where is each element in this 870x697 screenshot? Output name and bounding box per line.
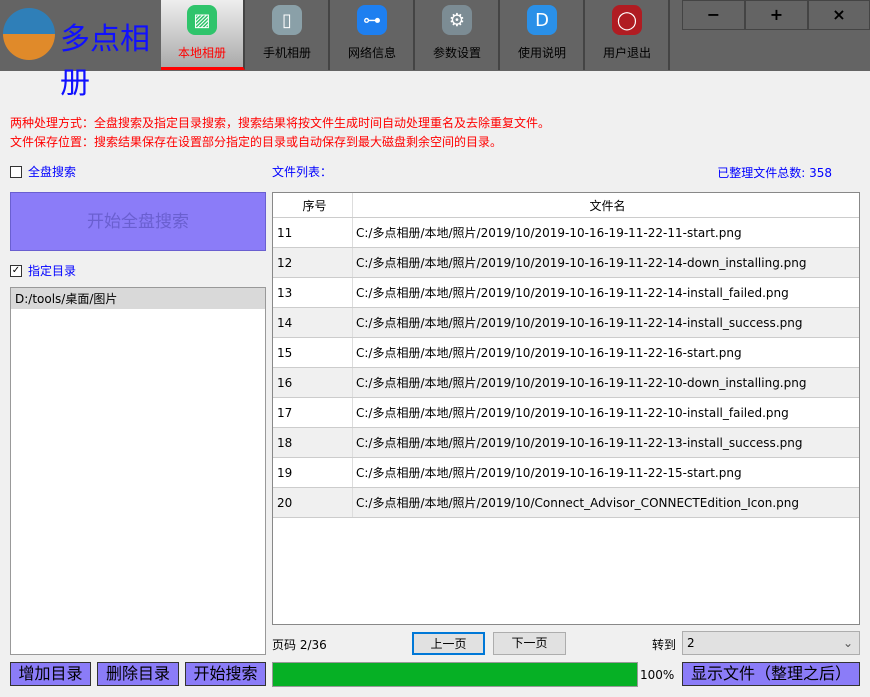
progress-bar <box>272 662 638 687</box>
network-icon: ⊶ <box>357 5 387 35</box>
column-header-index[interactable]: 序号 <box>273 193 353 217</box>
info-line-2: 文件保存位置：搜索结果保存在设置部分指定的目录或自动保存到最大磁盘剩余空间的目录… <box>10 135 503 149</box>
info-line-1: 两种处理方式：全盘搜索及指定目录搜索，搜索结果将按文件生成时间自动处理重名及去除… <box>10 116 551 130</box>
tab-info-d[interactable]: D 使用说明 <box>501 0 585 70</box>
goto-page-value: 2 <box>687 636 695 650</box>
tab-image[interactable]: ▨ 本地相册 <box>161 0 245 70</box>
cell-filename: C:/多点相册/本地/照片/2019/10/2019-10-16-19-11-2… <box>356 346 742 360</box>
table-row[interactable]: 18 C:/多点相册/本地/照片/2019/10/2019-10-16-19-11… <box>273 428 859 458</box>
cell-index: 14 <box>273 308 353 337</box>
logo-icon <box>3 8 55 60</box>
cell-index: 12 <box>273 248 353 277</box>
specified-dir-checkbox[interactable]: ✓ 指定目录 <box>10 262 76 279</box>
delete-dir-button[interactable]: 删除目录 <box>97 662 179 686</box>
chevron-down-icon: ⌄ <box>842 636 853 650</box>
next-page-button[interactable]: 下一页 <box>493 632 566 655</box>
tab-label: 本地相册 <box>177 46 226 60</box>
cell-index: 18 <box>273 428 353 457</box>
file-table[interactable]: 序号 文件名 11 C:/多点相册/本地/照片/2019/10/2019-10-1… <box>272 192 860 625</box>
directory-list[interactable]: D:/tools/桌面/图片 <box>10 287 266 655</box>
gear-icon: ⚙ <box>442 5 472 35</box>
file-list-label: 文件列表： <box>272 165 333 179</box>
tab-label: 手机相册 <box>262 46 311 60</box>
tab-label: 使用说明 <box>517 46 566 60</box>
table-row[interactable]: 14 C:/多点相册/本地/照片/2019/10/2019-10-16-19-11… <box>273 308 859 338</box>
table-row[interactable]: 17 C:/多点相册/本地/照片/2019/10/2019-10-16-19-11… <box>273 398 859 428</box>
full-search-checkbox[interactable]: 全盘搜索 <box>10 163 76 180</box>
tab-label: 参数设置 <box>432 46 481 60</box>
table-row[interactable]: 13 C:/多点相册/本地/照片/2019/10/2019-10-16-19-11… <box>273 278 859 308</box>
close-button[interactable]: × <box>808 0 870 30</box>
checkbox-box[interactable] <box>10 165 22 178</box>
start-full-search-button[interactable]: 开始全盘搜索 <box>10 192 266 251</box>
cell-filename: C:/多点相册/本地/照片/2019/10/2019-10-16-19-11-2… <box>356 376 807 390</box>
maximize-button[interactable]: + <box>745 0 808 30</box>
cell-index: 17 <box>273 398 353 427</box>
cell-index: 16 <box>273 368 353 397</box>
table-row[interactable]: 20 C:/多点相册/本地/照片/2019/10/Connect_Advisor_… <box>273 488 859 518</box>
show-files-button[interactable]: 显示文件（整理之后） <box>682 662 860 686</box>
cell-index: 15 <box>273 338 353 367</box>
cell-filename: C:/多点相册/本地/照片/2019/10/2019-10-16-19-11-2… <box>356 286 789 300</box>
power-icon: ◯ <box>612 5 642 35</box>
table-row[interactable]: 19 C:/多点相册/本地/照片/2019/10/2019-10-16-19-11… <box>273 458 859 488</box>
phone-icon: ▯ <box>272 5 302 35</box>
prev-page-button[interactable]: 上一页 <box>412 632 485 655</box>
goto-label: 转到 <box>652 638 677 652</box>
cell-filename: C:/多点相册/本地/照片/2019/10/2019-10-16-19-11-2… <box>356 466 742 480</box>
total-files-count: 已整理文件总数: 358 <box>717 166 832 180</box>
app-logo: 多点相册 <box>0 0 161 101</box>
tab-label: 用户退出 <box>602 46 651 60</box>
tab-gear[interactable]: ⚙ 参数设置 <box>416 0 500 70</box>
tab-label: 网络信息 <box>347 46 396 60</box>
image-icon: ▨ <box>187 5 217 35</box>
table-row[interactable]: 12 C:/多点相册/本地/照片/2019/10/2019-10-16-19-11… <box>273 248 859 278</box>
add-dir-button[interactable]: 增加目录 <box>10 662 91 686</box>
progress-label: 100% <box>640 668 675 682</box>
cell-filename: C:/多点相册/本地/照片/2019/10/2019-10-16-19-11-2… <box>356 316 803 330</box>
table-row[interactable]: 15 C:/多点相册/本地/照片/2019/10/2019-10-16-19-11… <box>273 338 859 368</box>
tab-power[interactable]: ◯ 用户退出 <box>586 0 670 70</box>
cell-index: 19 <box>273 458 353 487</box>
info-d-icon: D <box>527 5 557 35</box>
app-title: 多点相册 <box>60 22 150 101</box>
top-bar: 多点相册 ▨ 本地相册 ▯ 手机相册 ⊶ 网络信息 ⚙ 参数设置 D 使用说明 ◯ 用户退出 − + … <box>0 0 870 101</box>
checkbox-box[interactable]: ✓ <box>10 264 22 277</box>
tab-phone[interactable]: ▯ 手机相册 <box>246 0 330 70</box>
table-header: 序号 文件名 <box>273 193 859 218</box>
full-search-label: 全盘搜索 <box>28 165 77 179</box>
cell-index: 13 <box>273 278 353 307</box>
directory-item[interactable]: D:/tools/桌面/图片 <box>11 288 265 309</box>
column-header-filename[interactable]: 文件名 <box>353 193 859 217</box>
goto-page-select[interactable]: 2 ⌄ <box>682 631 860 655</box>
start-search-button[interactable]: 开始搜索 <box>185 662 266 686</box>
specified-dir-label: 指定目录 <box>28 264 77 278</box>
cell-filename: C:/多点相册/本地/照片/2019/10/2019-10-16-19-11-2… <box>356 226 742 240</box>
cell-filename: C:/多点相册/本地/照片/2019/10/2019-10-16-19-11-2… <box>356 406 789 420</box>
tab-network[interactable]: ⊶ 网络信息 <box>331 0 415 70</box>
table-row[interactable]: 16 C:/多点相册/本地/照片/2019/10/2019-10-16-19-11… <box>273 368 859 398</box>
page-indicator: 页码 2/36 <box>272 638 327 652</box>
cell-filename: C:/多点相册/本地/照片/2019/10/2019-10-16-19-11-2… <box>356 256 807 270</box>
progress-fill <box>273 663 637 686</box>
table-row[interactable]: 11 C:/多点相册/本地/照片/2019/10/2019-10-16-19-11… <box>273 218 859 248</box>
cell-index: 20 <box>273 488 353 517</box>
cell-filename: C:/多点相册/本地/照片/2019/10/2019-10-16-19-11-2… <box>356 436 803 450</box>
cell-index: 11 <box>273 218 353 247</box>
minimize-button[interactable]: − <box>682 0 745 30</box>
cell-filename: C:/多点相册/本地/照片/2019/10/Connect_Advisor_CO… <box>356 496 800 510</box>
